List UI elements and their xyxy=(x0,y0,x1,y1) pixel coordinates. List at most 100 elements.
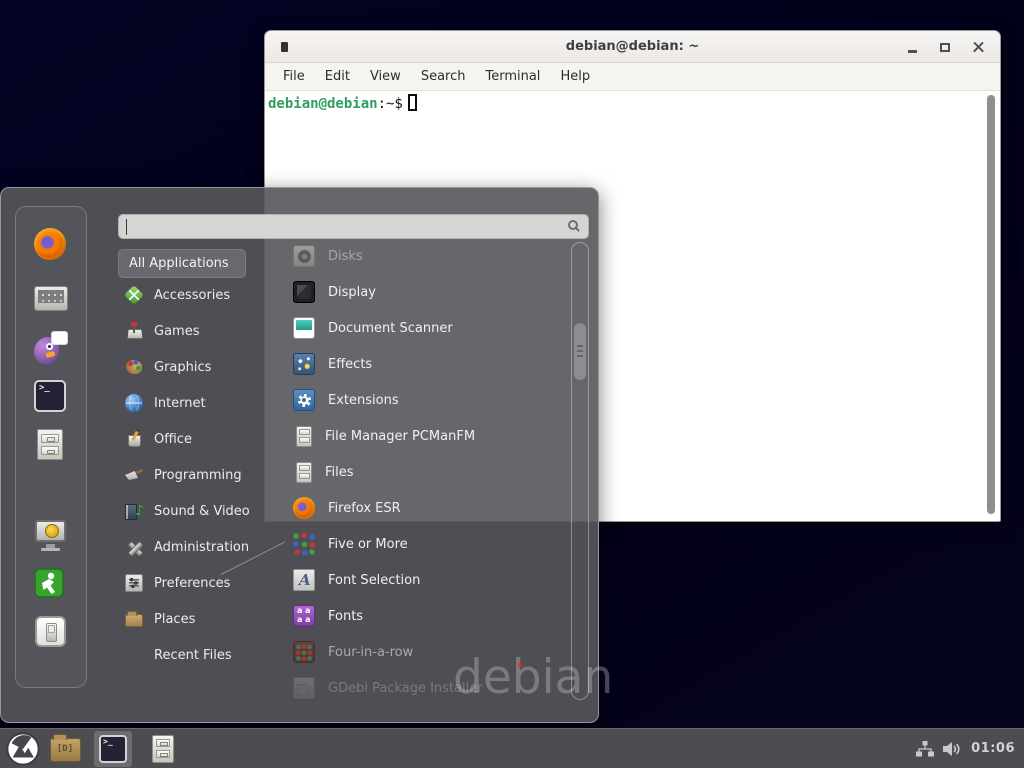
terminal-titlebar[interactable]: debian@debian: ~ xyxy=(265,31,1000,63)
font-selection-icon xyxy=(293,569,315,591)
app-item-effects[interactable]: Effects xyxy=(286,346,569,382)
folder-icon xyxy=(50,738,81,762)
menu-file[interactable]: File xyxy=(273,65,315,88)
shutdown-icon xyxy=(35,616,66,647)
clock[interactable]: 01:06 xyxy=(971,741,1015,756)
files-icon xyxy=(296,462,312,483)
app-list-scrollbar-track[interactable] xyxy=(571,242,589,700)
keyboard-icon xyxy=(34,286,68,311)
search-icon xyxy=(568,220,578,230)
category-office[interactable]: Office xyxy=(118,421,278,457)
fonts-icon xyxy=(293,605,315,627)
minimize-button[interactable] xyxy=(908,50,917,53)
extensions-icon xyxy=(293,389,315,411)
app-item-disks[interactable]: Disks xyxy=(286,238,569,274)
logout-icon xyxy=(34,568,64,598)
file-manager-icon xyxy=(296,426,312,447)
favorite-shutdown-button[interactable] xyxy=(34,616,68,650)
app-item-file-manager-pcmanfm[interactable]: File Manager PCManFM xyxy=(286,418,569,454)
app-item-gdebi-package-installer[interactable]: GDebi Package Installer xyxy=(286,670,569,706)
places-icon xyxy=(125,614,143,627)
terminal-icon xyxy=(99,735,127,763)
taskbar-window-terminal[interactable] xyxy=(94,731,132,767)
terminal-scrollbar-track[interactable] xyxy=(985,94,997,515)
text-caret xyxy=(126,219,127,235)
terminal-cursor xyxy=(408,94,417,111)
internet-icon xyxy=(125,394,143,412)
app-item-extensions[interactable]: Extensions xyxy=(286,382,569,418)
menu-help[interactable]: Help xyxy=(550,65,600,88)
all-applications-button[interactable]: All Applications xyxy=(118,249,246,278)
taskbar-window-files[interactable] xyxy=(144,731,182,767)
app-item-firefox-esr[interactable]: Firefox ESR xyxy=(286,490,569,526)
display-icon xyxy=(293,281,315,303)
pidgin-icon xyxy=(34,331,68,365)
four-in-a-row-icon xyxy=(293,641,315,663)
sound-video-icon xyxy=(125,502,143,520)
administration-icon xyxy=(125,538,143,556)
search-input[interactable] xyxy=(119,215,588,238)
favorite-file-manager-button[interactable] xyxy=(34,429,68,463)
graphics-icon xyxy=(125,358,143,376)
category-sound-video[interactable]: Sound & Video xyxy=(118,493,278,529)
close-button[interactable] xyxy=(973,42,984,53)
favorite-pidgin-button[interactable] xyxy=(34,331,68,365)
category-games[interactable]: Games xyxy=(118,313,278,349)
desktop: debian@debian: ~ File Edit View Search T… xyxy=(0,0,1024,768)
category-recent-files[interactable]: Recent Files xyxy=(118,637,278,673)
gdebi-icon xyxy=(293,677,315,699)
menu-edit[interactable]: Edit xyxy=(315,65,360,88)
system-tray: 01:06 xyxy=(916,741,1024,757)
office-icon xyxy=(125,430,143,448)
category-places[interactable]: Places xyxy=(118,601,278,637)
menu-search[interactable]: Search xyxy=(411,65,476,88)
games-icon xyxy=(125,322,143,340)
favorite-terminal-button[interactable] xyxy=(34,380,68,414)
app-item-font-selection[interactable]: Font Selection xyxy=(286,562,569,598)
app-list-scrollbar-thumb[interactable] xyxy=(574,323,586,380)
effects-icon xyxy=(293,353,315,375)
file-cabinet-icon xyxy=(37,429,63,460)
favorite-lock-screen-button[interactable] xyxy=(34,518,68,552)
menu-button[interactable] xyxy=(6,732,40,766)
favorite-keyboard-button[interactable] xyxy=(34,281,68,315)
app-item-five-or-more[interactable]: Five or More xyxy=(286,526,569,562)
volume-icon[interactable] xyxy=(943,741,962,757)
window-controls xyxy=(908,31,984,63)
preferences-icon xyxy=(125,574,143,592)
category-programming[interactable]: Programming xyxy=(118,457,278,493)
app-item-display[interactable]: Display xyxy=(286,274,569,310)
app-item-four-in-a-row[interactable]: Four-in-a-row xyxy=(286,634,569,670)
document-scanner-icon xyxy=(293,317,315,339)
terminal-menubar: File Edit View Search Terminal Help xyxy=(265,63,1000,91)
programming-icon xyxy=(125,466,143,484)
menu-terminal[interactable]: Terminal xyxy=(475,65,550,88)
prompt-user-host: debian@debian xyxy=(268,96,378,112)
window-title: debian@debian: ~ xyxy=(566,39,699,54)
accessories-icon xyxy=(125,286,143,304)
app-item-files[interactable]: Files xyxy=(286,454,569,490)
network-icon[interactable] xyxy=(916,741,934,757)
terminal-scrollbar-thumb[interactable] xyxy=(987,95,995,514)
five-or-more-icon xyxy=(293,533,315,555)
window-icon xyxy=(281,42,288,52)
favorite-logout-button[interactable] xyxy=(34,568,68,602)
search-box xyxy=(118,214,589,239)
taskbar: 01:06 xyxy=(0,728,1024,768)
all-applications-label: All Applications xyxy=(129,256,229,271)
firefox-icon xyxy=(34,228,66,260)
favorite-firefox-button[interactable] xyxy=(34,228,68,262)
category-preferences[interactable]: Preferences xyxy=(118,565,278,601)
category-list: Accessories Games Graphics Internet Offi… xyxy=(118,277,278,673)
maximize-button[interactable] xyxy=(940,43,950,52)
category-administration[interactable]: Administration xyxy=(118,529,278,565)
prompt-path: :~$ xyxy=(378,96,403,112)
category-graphics[interactable]: Graphics xyxy=(118,349,278,385)
app-item-document-scanner[interactable]: Document Scanner xyxy=(286,310,569,346)
category-accessories[interactable]: Accessories xyxy=(118,277,278,313)
category-internet[interactable]: Internet xyxy=(118,385,278,421)
menu-view[interactable]: View xyxy=(360,65,411,88)
app-item-fonts[interactable]: Fonts xyxy=(286,598,569,634)
file-cabinet-icon xyxy=(152,735,174,763)
taskbar-window-desktop-folder[interactable] xyxy=(48,732,82,766)
